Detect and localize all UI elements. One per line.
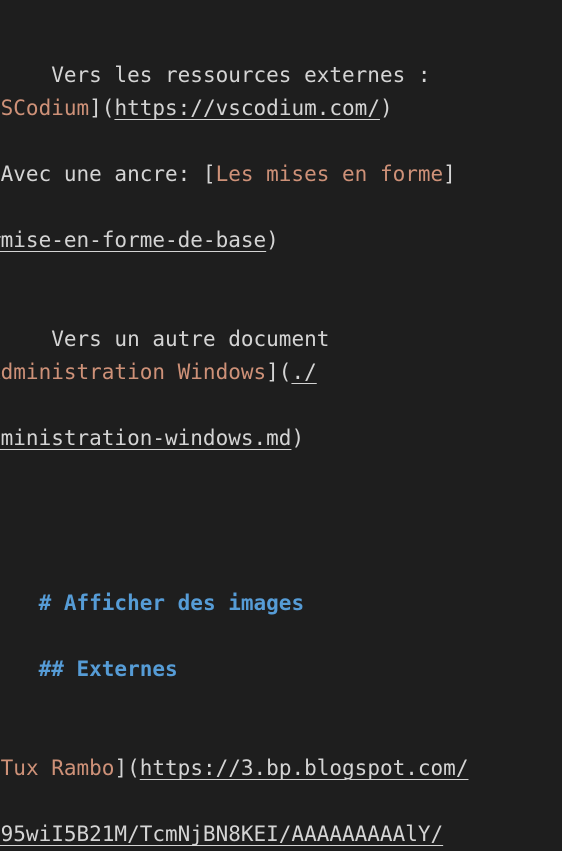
link-url[interactable]: https://3.bp.blogspot.com/ <box>140 756 469 780</box>
plain-text: Vers les ressources externes : <box>38 63 431 87</box>
editor-line: #mise-en-forme-de-base) <box>0 224 550 257</box>
link-bracket: ] <box>443 162 456 186</box>
link-close: ) <box>266 228 279 252</box>
heading-1: # Afficher des images <box>38 591 305 615</box>
link-url-continued[interactable]: dministration-windows.md <box>0 426 291 450</box>
heading-2: ## Externes <box>38 657 178 681</box>
editor-line: VSCodium](https://vscodium.com/) <box>0 92 550 125</box>
link-bracket: ]( <box>114 756 140 780</box>
editor-line-empty <box>0 488 550 521</box>
editor-line: Avec une ancre: [Les mises en forme] <box>0 158 550 191</box>
editor-line: D95wiI5B21M/TcmNjBN8KEI/AAAAAAAAAlY/ <box>0 818 550 851</box>
plain-text: Avec une ancre: [ <box>0 162 216 186</box>
markdown-editor[interactable]: Vers les ressources externes : VSCodium]… <box>0 26 562 846</box>
link-text: VSCodium <box>0 96 90 120</box>
editor-line: Vers les ressources externes : <box>0 26 550 87</box>
link-url-continued[interactable]: D95wiI5B21M/TcmNjBN8KEI/AAAAAAAAAlY/ <box>0 822 443 846</box>
editor-line: dministration-windows.md) <box>0 422 550 455</box>
editor-line: Administration Windows](./ <box>0 356 550 389</box>
plain-text: Vers un autre document <box>38 327 330 351</box>
link-text: Tux Rambo <box>0 756 115 780</box>
editor-line: Vers un autre document <box>0 290 550 351</box>
editor-line: # Afficher des images <box>0 554 550 615</box>
link-bracket: ]( <box>266 360 292 384</box>
editor-line: ## Externes <box>0 620 550 681</box>
link-close: ) <box>379 96 393 120</box>
link-url[interactable]: ./ <box>291 360 316 384</box>
link-url[interactable]: https://vscodium.com/ <box>114 96 380 120</box>
link-text: Les mises en forme <box>215 162 444 186</box>
link-anchor-url[interactable]: #mise-en-forme-de-base <box>0 228 266 252</box>
link-text: Administration Windows <box>0 360 267 384</box>
link-close: ) <box>291 426 305 450</box>
link-bracket: ]( <box>89 96 115 120</box>
editor-line: [Tux Rambo](https://3.bp.blogspot.com/ <box>0 752 550 785</box>
editor-line-empty <box>0 686 550 719</box>
